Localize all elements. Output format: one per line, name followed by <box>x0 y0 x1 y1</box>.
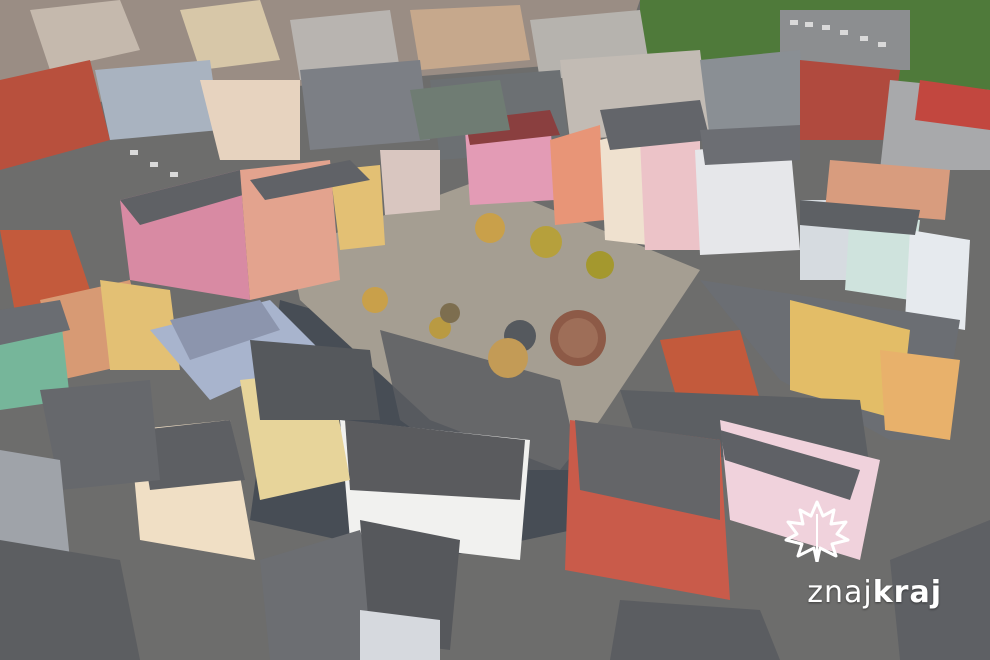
watermark-brand-bold: kraj <box>872 575 942 610</box>
aerial-town-square-photo: znajkraj <box>0 0 990 660</box>
watermark-brand-light: znaj <box>807 575 873 610</box>
maple-leaf-icon <box>784 500 850 562</box>
watermark-brand-text: znajkraj <box>807 575 942 610</box>
watermark: znajkraj <box>782 500 942 610</box>
